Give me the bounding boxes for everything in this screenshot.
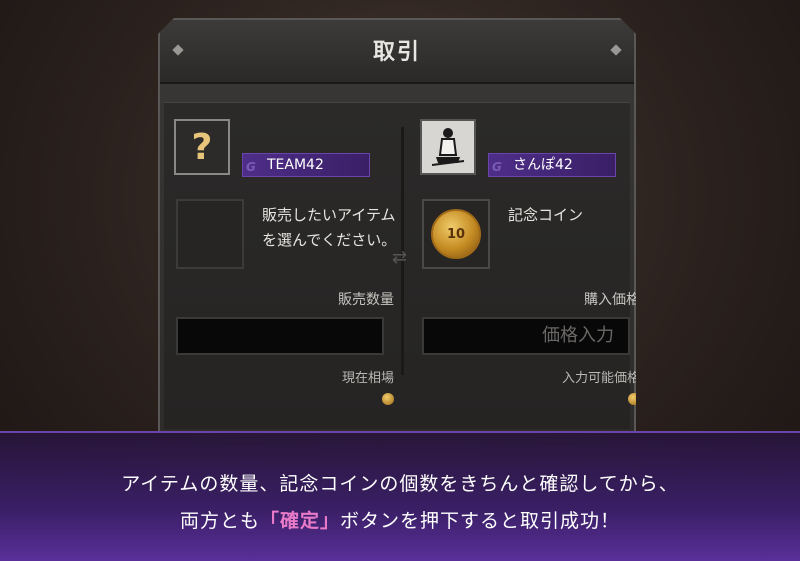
coin-icon: 10 bbox=[431, 209, 481, 259]
buyer-name: さんぽ42 bbox=[513, 157, 573, 173]
samurai-icon bbox=[420, 119, 476, 175]
coin-item-slot[interactable]: 10 bbox=[422, 199, 490, 269]
coin-icon bbox=[628, 393, 640, 405]
seller-column: ? G TEAM42 販売したいアイテムを選んでください。 販売数量 現在相場 bbox=[174, 103, 402, 403]
item-slot[interactable] bbox=[176, 199, 244, 269]
guild-badge-icon: G bbox=[246, 160, 256, 174]
seller-name: TEAM42 bbox=[267, 157, 324, 173]
quantity-input[interactable] bbox=[176, 317, 384, 355]
price-input[interactable]: 価格入力 bbox=[422, 317, 630, 355]
caption-line-2: 両方とも「確定」ボタンを押下すると取引成功！ bbox=[0, 506, 800, 533]
buyer-column: G さんぽ42 10 記念コイン 購入価格 価格入力 入力可能価格 bbox=[420, 103, 648, 403]
market-price-label: 現在相場 bbox=[341, 371, 394, 386]
trade-window: 取引 ? G TEAM42 販売したいアイテムを選んでください。 販売数量 現在… bbox=[158, 18, 636, 433]
trade-body: ? G TEAM42 販売したいアイテムを選んでください。 販売数量 現在相場 … bbox=[164, 102, 630, 429]
title-bar: 取引 bbox=[160, 20, 634, 84]
buyer-nameplate: G さんぽ42 bbox=[488, 153, 616, 177]
seller-nameplate: G TEAM42 bbox=[242, 153, 370, 177]
quantity-label: 販売数量 bbox=[338, 292, 394, 308]
caption-line-1: アイテムの数量、記念コインの個数をきちんと確認してから、 bbox=[121, 473, 679, 495]
question-mark-icon: ? bbox=[174, 119, 230, 175]
caption-text: ボタンを押下すると取引成功！ bbox=[340, 510, 621, 532]
available-price-label: 入力可能価格 bbox=[561, 371, 640, 386]
item-name: 記念コイン bbox=[508, 206, 584, 224]
tutorial-caption: アイテムの数量、記念コインの個数をきちんと確認してから、 両方とも「確定」ボタン… bbox=[0, 431, 800, 561]
coin-icon bbox=[382, 393, 394, 405]
price-label: 購入価格 bbox=[584, 292, 640, 308]
swap-icon: ⇄ bbox=[392, 247, 408, 268]
confirm-highlight: 「確定」 bbox=[259, 510, 340, 532]
guild-badge-icon: G bbox=[492, 160, 502, 174]
window-title: 取引 bbox=[372, 40, 421, 65]
item-slot-hint: 販売したいアイテムを選んでください。 bbox=[262, 206, 397, 249]
caption-text: 両方とも bbox=[179, 510, 260, 532]
